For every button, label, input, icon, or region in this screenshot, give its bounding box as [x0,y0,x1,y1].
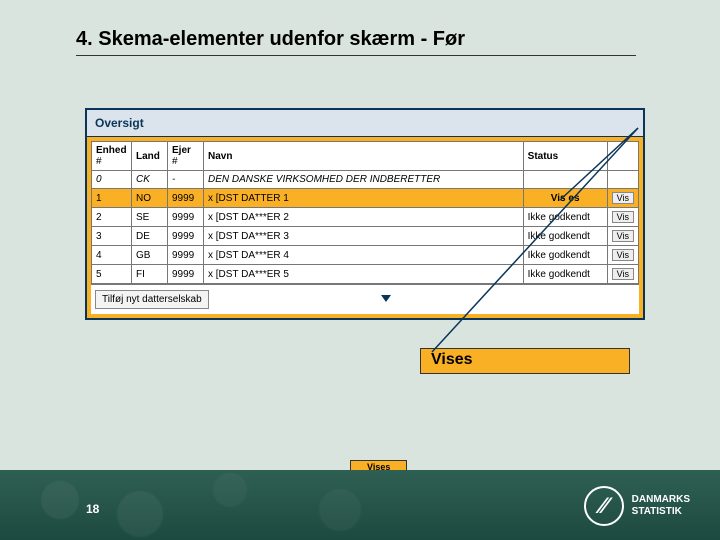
cell-action [607,171,638,189]
dropdown-arrow-icon[interactable] [381,295,391,302]
cell-land: NO [132,189,168,208]
cell-land: DE [132,227,168,246]
th-action [607,142,638,171]
cell-ejer: 9999 [168,208,204,227]
cell-status: Ikke godkendt [523,265,607,284]
cell-action: Vis [607,227,638,246]
cell-enhed: 5 [92,265,132,284]
panel-body: Enhed# Land Ejer# Navn Status 0CK-DEN DA… [87,137,643,318]
cell-enhed: 3 [92,227,132,246]
cell-navn: x [DST DA***ER 3 [204,227,524,246]
table-row: 0CK-DEN DANSKE VIRKSOMHED DER INDBERETTE… [92,171,639,189]
cell-status: Ikke godkendt [523,227,607,246]
cell-action: Vis [607,208,638,227]
cell-ejer: 9999 [168,265,204,284]
panel-footer: Tilføj nyt datterselskab [91,284,639,314]
th-navn: Navn [204,142,524,171]
table-row: 1NO9999x [DST DATTER 1Vis es Vis [92,189,639,208]
cell-ejer: 9999 [168,227,204,246]
cell-ejer: 9999 [168,189,204,208]
cell-navn: DEN DANSKE VIRKSOMHED DER INDBERETTER [204,171,524,189]
cell-status: Ikke godkendt [523,208,607,227]
cell-action: Vis [607,189,638,208]
cell-action: Vis [607,246,638,265]
logo: ⁄⁄ DANMARKS STATISTIK [584,486,690,526]
table-row: 2SE9999x [DST DA***ER 2Ikke godkendt Vis [92,208,639,227]
logo-text: DANMARKS STATISTIK [632,494,690,518]
logo-mark-icon: ⁄⁄ [584,486,624,526]
th-enhed: Enhed# [92,142,132,171]
data-table: Enhed# Land Ejer# Navn Status 0CK-DEN DA… [91,141,639,284]
cell-land: FI [132,265,168,284]
vis-button[interactable]: Vis [612,249,634,261]
th-ejer: Ejer# [168,142,204,171]
cell-action: Vis [607,265,638,284]
vis-button[interactable]: Vis [612,211,634,223]
add-subsidiary-button[interactable]: Tilføj nyt datterselskab [95,290,209,309]
callout-vises: Vises [420,348,630,374]
cell-navn: x [DST DA***ER 5 [204,265,524,284]
cell-status [523,171,607,189]
cell-land: GB [132,246,168,265]
cell-land: SE [132,208,168,227]
panel-header: Oversigt [87,110,643,137]
cell-enhed: 1 [92,189,132,208]
page-number: 18 [86,502,99,516]
cell-enhed: 4 [92,246,132,265]
cell-land: CK [132,171,168,189]
oversigt-panel: Oversigt Enhed# Land Ejer# Navn Status 0… [85,108,645,320]
title-underline [76,55,636,56]
table-row: 4GB9999x [DST DA***ER 4Ikke godkendt Vis [92,246,639,265]
vis-button[interactable]: Vis [612,230,634,242]
table-row: 5FI9999x [DST DA***ER 5Ikke godkendt Vis [92,265,639,284]
cell-navn: x [DST DATTER 1 [204,189,524,208]
th-status: Status [523,142,607,171]
vis-button[interactable]: Vis [612,192,634,204]
table-row: 3DE9999x [DST DA***ER 3Ikke godkendt Vis [92,227,639,246]
vis-button[interactable]: Vis [612,268,634,280]
cell-navn: x [DST DA***ER 2 [204,208,524,227]
cell-status: Ikke godkendt [523,246,607,265]
footer-bar: 18 ⁄⁄ DANMARKS STATISTIK [0,470,720,540]
cell-ejer: - [168,171,204,189]
slide-title: 4. Skema-elementer udenfor skærm - Før [76,28,720,51]
cell-enhed: 2 [92,208,132,227]
cell-navn: x [DST DA***ER 4 [204,246,524,265]
cell-enhed: 0 [92,171,132,189]
th-land: Land [132,142,168,171]
cell-ejer: 9999 [168,246,204,265]
cell-status: Vis es [523,189,607,208]
